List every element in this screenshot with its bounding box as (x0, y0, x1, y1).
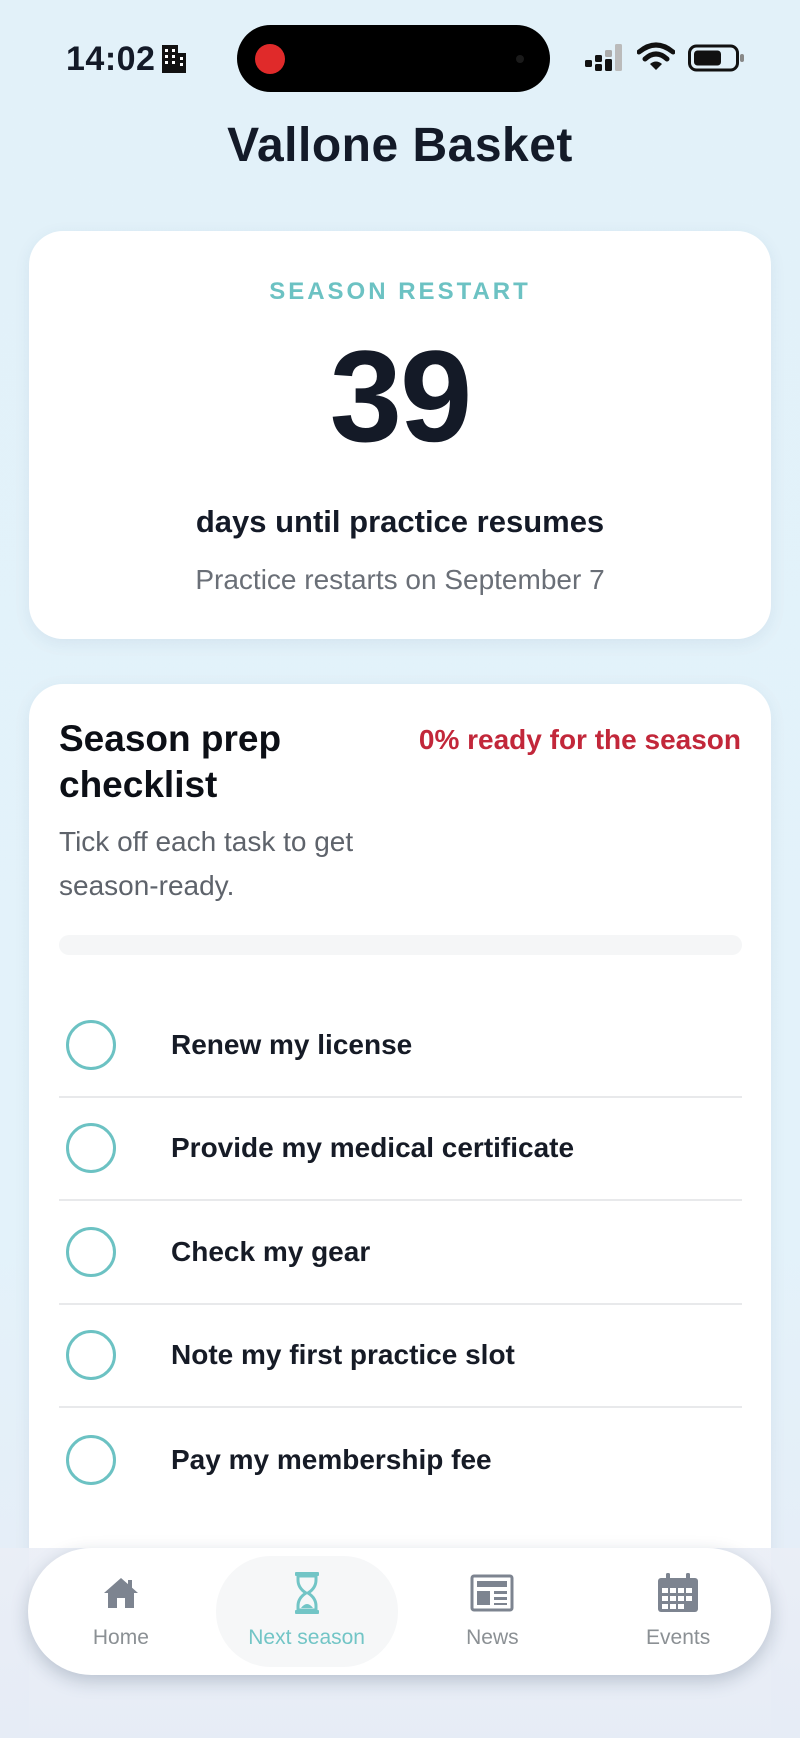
signal-icon (585, 44, 622, 71)
tab-bar: Home Next season News Events (28, 1548, 771, 1675)
checklist-subtitle: Tick off each task to get season-ready. (59, 826, 354, 901)
task-list: Renew my license Provide my medical cert… (59, 994, 742, 1512)
tab-home[interactable]: Home (28, 1548, 214, 1675)
recording-dot-icon (255, 44, 285, 74)
tab-next-season[interactable]: Next season (214, 1548, 400, 1675)
hourglass-icon (294, 1572, 319, 1614)
task-item[interactable]: Pay my membership fee (59, 1408, 742, 1512)
status-bar: 14:02 (0, 0, 800, 110)
status-time: 14:02 (66, 40, 156, 78)
task-checkbox[interactable] (66, 1330, 116, 1381)
task-checkbox[interactable] (66, 1434, 116, 1485)
task-item[interactable]: Provide my medical certificate (59, 1098, 742, 1201)
tab-label: Next season (248, 1626, 365, 1649)
task-label: Pay my membership fee (171, 1443, 492, 1475)
tab-news[interactable]: News (400, 1548, 586, 1675)
progress-bar (59, 935, 742, 955)
task-checkbox[interactable] (66, 1123, 116, 1174)
days-caption: days until practice resumes (195, 504, 605, 539)
ready-status: 0% ready for the season (418, 724, 741, 755)
task-item[interactable]: Renew my license (59, 994, 742, 1098)
task-label: Note my first practice slot (171, 1339, 515, 1371)
restart-date-note: Practice restarts on September 7 (195, 564, 605, 595)
task-item[interactable]: Note my first practice slot (59, 1305, 742, 1408)
days-remaining-number: 39 (329, 323, 473, 469)
app-title: Vallone Basket (227, 119, 573, 172)
house-icon (103, 1578, 138, 1608)
tab-label: News (466, 1626, 519, 1649)
task-checkbox[interactable] (66, 1226, 116, 1277)
wifi-icon (637, 42, 675, 70)
countdown-card: SEASON RESTART 39 days until practice re… (29, 231, 771, 639)
task-checkbox[interactable] (66, 1019, 116, 1070)
task-label: Provide my medical certificate (171, 1132, 575, 1164)
tab-label: Events (646, 1626, 711, 1649)
season-restart-label: SEASON RESTART (269, 278, 531, 305)
task-label: Check my gear (171, 1235, 371, 1267)
camera-icon (516, 55, 524, 63)
tab-label: Home (92, 1626, 149, 1649)
battery-icon (688, 44, 744, 72)
newspaper-icon (470, 1574, 514, 1612)
tab-events[interactable]: Events (585, 1548, 771, 1675)
dynamic-island (237, 25, 550, 92)
checklist-title: Season prep checklist (59, 718, 282, 805)
building-icon (162, 45, 186, 73)
calendar-icon (658, 1573, 699, 1612)
task-label: Renew my license (171, 1028, 413, 1060)
task-item[interactable]: Check my gear (59, 1201, 742, 1305)
